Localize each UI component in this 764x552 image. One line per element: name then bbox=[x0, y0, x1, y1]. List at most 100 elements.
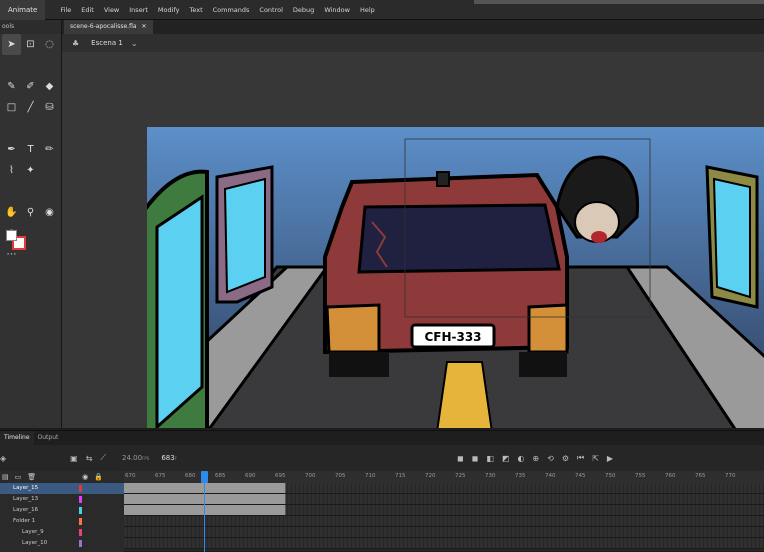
blank-keyframe-icon[interactable]: ◧ bbox=[486, 454, 494, 463]
free-transform-icon[interactable]: ⊡ bbox=[21, 34, 40, 55]
menu-debug[interactable]: Debug bbox=[288, 6, 319, 14]
frame-span[interactable] bbox=[124, 505, 286, 515]
selection-tool-icon[interactable]: ➤ bbox=[2, 34, 21, 55]
lock-icon[interactable]: 🔒 bbox=[94, 473, 103, 481]
road-stripe bbox=[436, 361, 493, 428]
menu-control[interactable]: Control bbox=[254, 6, 288, 14]
chevron-down-icon[interactable]: ⌄ bbox=[131, 39, 138, 48]
fill-color-swatch[interactable] bbox=[6, 230, 17, 241]
layer-row[interactable]: Layer_13 bbox=[0, 494, 124, 505]
paint-bucket-icon[interactable]: ⛁ bbox=[40, 97, 59, 118]
timeline-controls: ◈ ▣ ⇆ ⟋ 24.00 FPS 683 F ◼ ◼ ◧ ◩ ◐ ⊕ ⟲ ⚙ … bbox=[0, 445, 764, 471]
tab-timeline[interactable]: Timeline bbox=[0, 431, 34, 445]
ruler-tick: 750 bbox=[605, 473, 616, 479]
color-swatches[interactable] bbox=[2, 228, 28, 250]
new-folder-icon[interactable]: ▭ bbox=[15, 473, 22, 481]
motion-tween-icon[interactable]: ◩ bbox=[502, 454, 510, 463]
pin-icon[interactable]: ✦ bbox=[21, 160, 40, 181]
eyedropper-icon[interactable]: ⌇ bbox=[2, 160, 21, 181]
rectangle-icon[interactable]: □ bbox=[2, 97, 21, 118]
layer-row[interactable]: Layer_10 bbox=[0, 538, 124, 549]
stage-artwork: CFH-333 bbox=[147, 127, 764, 428]
frame-span[interactable] bbox=[124, 483, 286, 493]
menu-text[interactable]: Text bbox=[184, 6, 207, 14]
layer-row[interactable]: Layer_9 bbox=[0, 527, 124, 538]
menu-insert[interactable]: Insert bbox=[124, 6, 153, 14]
eraser-icon[interactable]: ◆ bbox=[40, 76, 59, 97]
close-icon[interactable]: ✕ bbox=[142, 20, 147, 34]
first-frame-icon[interactable]: ◼ bbox=[457, 454, 464, 463]
layer-row[interactable]: Layer_16 bbox=[0, 505, 124, 516]
figure-mouth bbox=[591, 231, 607, 243]
loop-icon[interactable]: ⟲ bbox=[547, 454, 554, 463]
current-frame[interactable]: 683 bbox=[161, 454, 174, 462]
new-layer-icon[interactable]: ▤ bbox=[2, 473, 9, 481]
step-back-icon[interactable]: ⏮ bbox=[577, 453, 584, 463]
document-tab[interactable]: scene-6-apocalisse.fla ✕ bbox=[64, 20, 153, 34]
frame-grid[interactable] bbox=[124, 483, 764, 552]
license-plate-text: CFH-333 bbox=[424, 330, 481, 344]
zoom-icon[interactable]: ⚲ bbox=[21, 202, 40, 223]
delete-layer-icon[interactable]: 🗑 bbox=[27, 473, 36, 481]
stage-canvas[interactable]: CFH-333 bbox=[147, 127, 764, 428]
stage-area[interactable]: CFH-333 bbox=[62, 52, 764, 428]
menu-view[interactable]: View bbox=[99, 6, 124, 14]
frame-ruler[interactable]: 670 675 680 685 690 695 700 705 710 715 … bbox=[124, 471, 764, 483]
ruler-tick: 770 bbox=[725, 473, 736, 479]
lasso-icon[interactable]: ◌ bbox=[40, 34, 59, 55]
frame-row[interactable] bbox=[124, 527, 764, 538]
pencil-icon[interactable]: ✏ bbox=[40, 139, 59, 160]
camera-icon[interactable]: ◉ bbox=[40, 202, 59, 223]
frame-row[interactable] bbox=[124, 538, 764, 549]
menu-file[interactable]: File bbox=[55, 6, 76, 14]
onion-skin-icon[interactable]: ◐ bbox=[517, 454, 524, 463]
tools-panel: ools ➤ ⊡ ◌ ✎ ✐ ◆ □ ╱ ⛁ ✒ T ✏ ⌇ ✦ ✋ ⚲ ◉ ◐… bbox=[0, 20, 62, 428]
menu-modify[interactable]: Modify bbox=[153, 6, 185, 14]
edit-multiple-icon[interactable]: ⊕ bbox=[532, 454, 539, 463]
text-tool-icon[interactable]: T bbox=[21, 139, 40, 160]
settings-icon[interactable]: ⚙ bbox=[562, 454, 569, 463]
export-icon[interactable]: ⇱ bbox=[592, 454, 599, 463]
timeline-panel: Timeline Output ◈ ▣ ⇆ ⟋ 24.00 FPS 683 F … bbox=[0, 430, 764, 552]
car: CFH-333 bbox=[323, 171, 569, 377]
fluid-brush-icon[interactable]: ✐ bbox=[21, 76, 40, 97]
graph-icon[interactable]: ⟋ bbox=[100, 453, 106, 463]
play-icon[interactable]: ▶ bbox=[607, 454, 613, 463]
ruler-tick: 740 bbox=[545, 473, 556, 479]
menu-bar: Animate File Edit View Insert Modify Tex… bbox=[0, 0, 764, 20]
tab-output[interactable]: Output bbox=[34, 431, 63, 445]
folder-name: Folder 1 bbox=[13, 518, 36, 524]
paint-brush-icon[interactable]: ✎ bbox=[2, 76, 21, 97]
hand-icon[interactable]: ✋ bbox=[2, 202, 21, 223]
frame-span[interactable] bbox=[124, 494, 286, 504]
frame-row[interactable] bbox=[124, 516, 764, 527]
insert-keyframe-icon[interactable]: ◼ bbox=[472, 454, 479, 463]
ruler-tick: 710 bbox=[365, 473, 376, 479]
fps-value[interactable]: 24.00 bbox=[122, 454, 142, 462]
menu-commands[interactable]: Commands bbox=[208, 6, 255, 14]
layers-icon[interactable]: ◈ bbox=[0, 454, 6, 463]
frame-row[interactable] bbox=[124, 483, 764, 494]
tire-right bbox=[519, 352, 567, 377]
playhead-handle[interactable] bbox=[201, 471, 208, 483]
menu-window[interactable]: Window bbox=[319, 6, 355, 14]
document-tab-bar: scene-6-apocalisse.fla ✕ bbox=[62, 20, 764, 34]
menu-help[interactable]: Help bbox=[355, 6, 380, 14]
frame-row[interactable] bbox=[124, 494, 764, 505]
workspace-switcher[interactable] bbox=[474, 0, 764, 4]
parent-view-icon[interactable]: ⇆ bbox=[86, 454, 93, 463]
camera-toggle-icon[interactable]: ▣ bbox=[70, 454, 78, 463]
layer-list: ▤ ▭ 🗑 ◉ 🔒 Layer_15 Layer_13 Layer_16 Fol… bbox=[0, 471, 124, 552]
frame-row[interactable] bbox=[124, 505, 764, 516]
ruler-tick: 695 bbox=[275, 473, 286, 479]
visibility-icon[interactable]: ◉ bbox=[82, 473, 88, 481]
tools-panel-title: ools bbox=[0, 20, 61, 34]
layer-row[interactable]: Layer_15 bbox=[0, 483, 124, 494]
layer-toolbar: ▤ ▭ 🗑 ◉ 🔒 bbox=[0, 471, 124, 483]
pen-icon[interactable]: ✒ bbox=[2, 139, 21, 160]
scene-name[interactable]: Escena 1 bbox=[91, 39, 123, 47]
line-icon[interactable]: ╱ bbox=[21, 97, 40, 118]
layer-row[interactable]: Folder 1 bbox=[0, 516, 124, 527]
menu-edit[interactable]: Edit bbox=[76, 6, 99, 14]
ruler-tick: 720 bbox=[425, 473, 436, 479]
